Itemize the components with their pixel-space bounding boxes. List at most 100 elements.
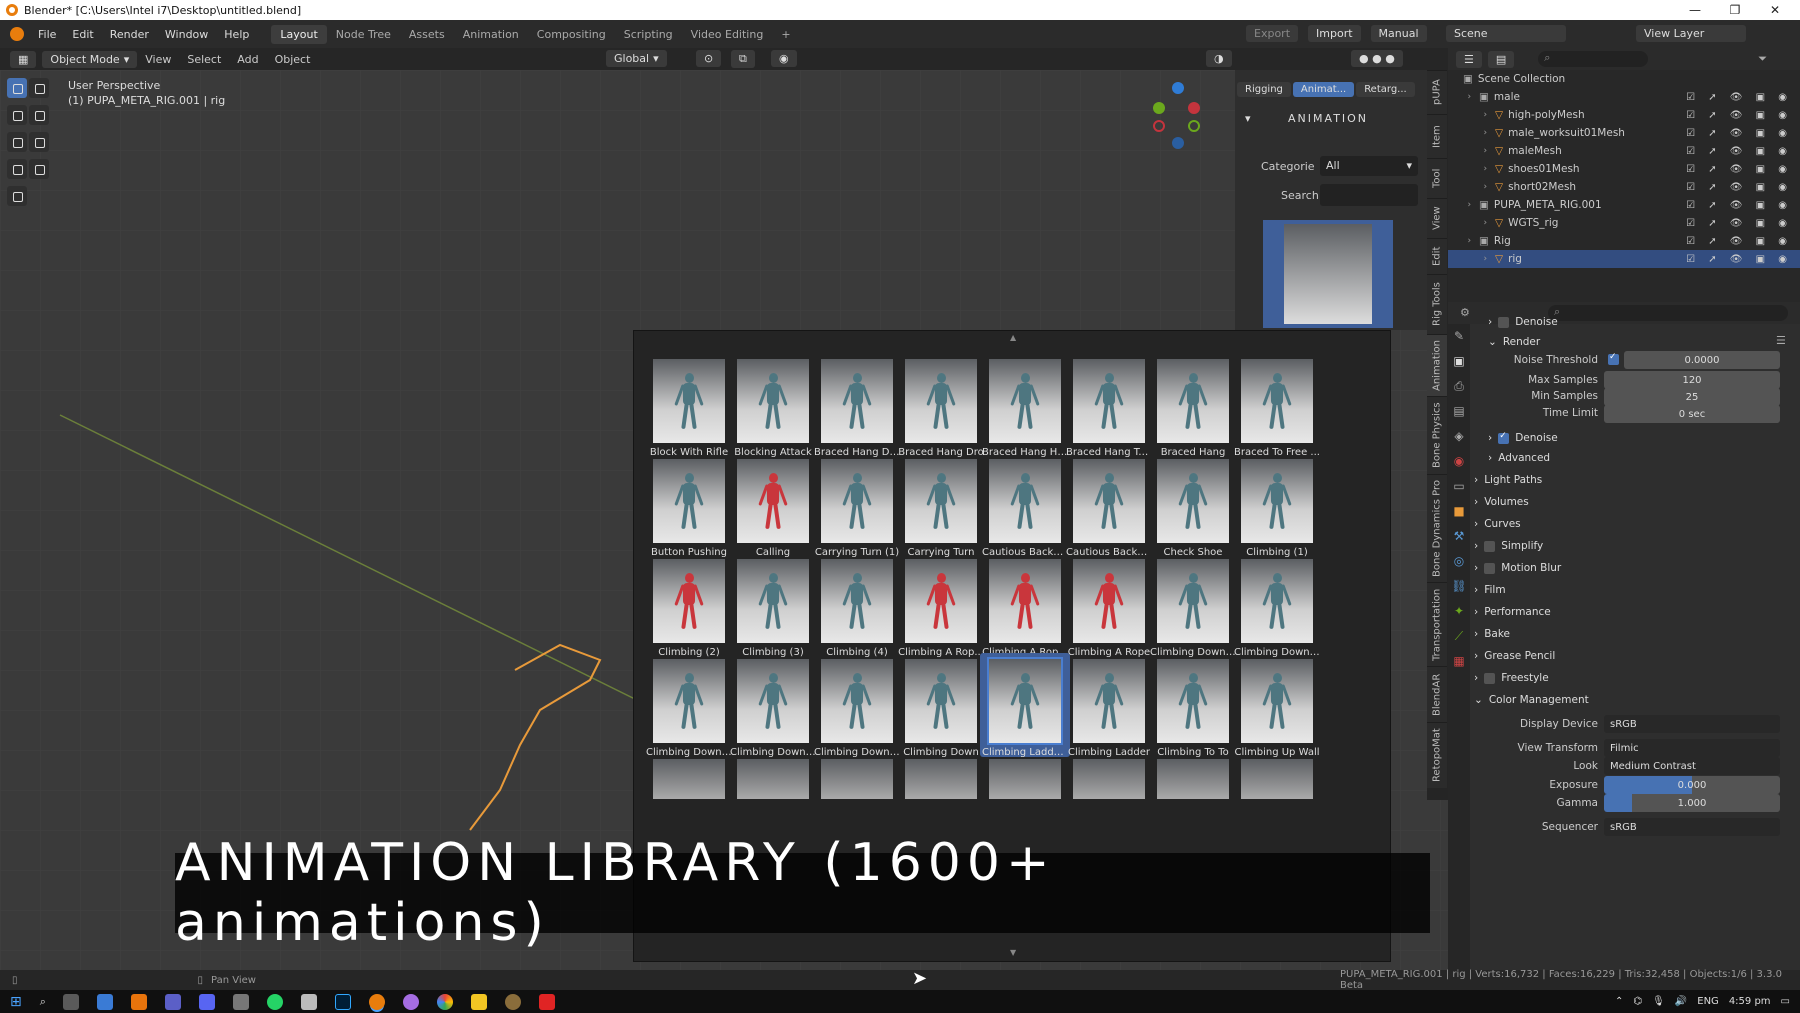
blender-taskbar-icon[interactable] [368,993,385,1010]
viewport-menu-view[interactable]: View [137,53,179,66]
viewport-menu-select[interactable]: Select [179,53,229,66]
add-workspace-icon[interactable]: + [772,25,799,44]
max-samples-field[interactable]: 120 [1604,371,1780,389]
animation-thumbnail[interactable]: Block With Rifle [644,353,734,458]
animation-thumbnail[interactable]: Climbing Down ... [812,653,902,758]
blender-menu-icon[interactable] [10,27,24,41]
view-transform-dropdown[interactable]: Filmic [1604,739,1780,757]
noise-threshold-field[interactable]: 0.0000 [1624,351,1780,369]
outliner-row[interactable]: › ▽ shoes01Mesh ☑ ➚ 👁 ▣ ◉ [1448,160,1800,178]
properties-search-icon[interactable]: ⌕ [1548,305,1788,321]
scroll-up-icon[interactable]: ▲ [1010,333,1016,342]
measure-tool-icon[interactable] [29,159,49,179]
render-list-icon[interactable]: ☰ [1776,334,1786,347]
expand-arrow-icon[interactable]: › [1448,164,1490,174]
select-tool-icon[interactable] [7,78,27,98]
visibility-toggles-icon[interactable]: ☑ ➚ 👁 ▣ ◉ [1686,236,1792,247]
vlc-app-icon[interactable] [130,993,147,1010]
visibility-toggles-icon[interactable]: ☑ ➚ 👁 ▣ ◉ [1686,128,1792,139]
gamma-slider[interactable]: 1.000 [1604,794,1780,812]
outliner-row[interactable]: ▣ Scene Collection [1448,70,1800,88]
outliner-row[interactable]: › ▽ male_worksuit01Mesh ☑ ➚ 👁 ▣ ◉ [1448,124,1800,142]
viewport-menu-object[interactable]: Object [267,53,319,66]
display-device-dropdown[interactable]: sRGB [1604,715,1780,733]
animation-thumbnail[interactable]: Climbing Ladder [1064,653,1154,758]
add-cube-tool-icon[interactable] [7,186,27,206]
performance-panel[interactable]: › Performance [1474,602,1551,622]
expand-arrow-icon[interactable]: › [1448,236,1474,246]
visibility-toggles-icon[interactable]: ☑ ➚ 👁 ▣ ◉ [1686,146,1792,157]
tab-compositing[interactable]: Compositing [528,25,615,44]
export-button[interactable]: Export [1246,25,1299,42]
import-button[interactable]: Import [1308,25,1361,42]
animation-thumbnail[interactable]: Climbing Down ... [728,653,818,758]
animation-thumbnail[interactable]: Blocking Attack [728,353,818,458]
categorie-dropdown[interactable]: All ▾ [1320,156,1418,176]
animation-thumbnail-partial[interactable] [1241,759,1313,799]
transform-tool-icon[interactable] [29,132,49,152]
whatsapp-app-icon[interactable] [266,993,283,1010]
animation-thumbnail[interactable]: Climbing Down ... [644,653,734,758]
outliner-row[interactable]: › ▽ rig ☑ ➚ 👁 ▣ ◉ [1448,250,1800,268]
menu-render[interactable]: Render [102,28,157,41]
sequencer-dropdown[interactable]: sRGB [1604,818,1780,836]
visibility-toggles-icon[interactable]: ☑ ➚ 👁 ▣ ◉ [1686,110,1792,121]
visibility-toggles-icon[interactable]: ☑ ➚ 👁 ▣ ◉ [1686,254,1792,265]
transform-orientation-dropdown[interactable]: Global ▾ [606,50,667,67]
menu-help[interactable]: Help [216,28,257,41]
simplify-checkbox[interactable] [1484,540,1496,552]
vtab-animation[interactable]: Animation [1427,334,1447,396]
denoise-render-checkbox[interactable] [1498,431,1510,444]
animation-thumbnail[interactable]: Calling [728,453,818,558]
vtab-pupa[interactable]: pUPA [1427,70,1447,114]
vtab-blendar[interactable]: BlendAR [1427,666,1447,722]
tab-layout[interactable]: Layout [271,24,327,44]
animation-thumbnail[interactable]: Climbing A Rop... [980,553,1070,658]
volume-icon[interactable]: 🔊 [1675,996,1687,1007]
animation-thumbnail[interactable]: Braced Hang To... [1064,353,1154,458]
texture-icon[interactable]: ▦ [1448,649,1470,674]
mode-dropdown[interactable]: Object Mode ▾ [42,50,138,68]
tool-properties-icon[interactable]: ✎ [1448,324,1470,349]
view-layer-selector[interactable]: View Layer [1636,25,1746,42]
mic-icon[interactable]: 🎙 [1652,996,1665,1007]
animation-thumbnail[interactable]: Braced Hang Dro [896,353,986,458]
manual-button[interactable]: Manual [1370,25,1427,42]
outliner-row[interactable]: › ▽ high-polyMesh ☑ ➚ 👁 ▣ ◉ [1448,106,1800,124]
vtab-view[interactable]: View [1427,198,1447,238]
color-management-panel[interactable]: ⌄ Color Management [1474,690,1589,710]
animation-section-header[interactable]: ▾ ANIMATION [1245,112,1368,125]
menu-edit[interactable]: Edit [64,28,101,41]
time-limit-field[interactable]: 0 sec [1604,405,1780,423]
view-layer-icon[interactable]: ▤ [1448,399,1470,424]
denoise-subsection[interactable]: › Denoise [1488,312,1558,332]
display-mode-icon[interactable]: ▤ [1487,50,1515,68]
tab-assets[interactable]: Assets [400,25,454,44]
exposure-slider[interactable]: 0.000 [1604,776,1780,794]
expand-arrow-icon[interactable]: › [1448,200,1474,210]
animation-thumbnail-partial[interactable] [737,759,809,799]
denoise-viewport-checkbox[interactable] [1498,316,1510,328]
tab-scripting[interactable]: Scripting [615,25,682,44]
gizmo-neg-z-icon[interactable] [1172,137,1184,149]
filter-icon[interactable]: ⏷ [1758,52,1767,66]
maximize-button[interactable]: ❐ [1715,0,1755,20]
expand-arrow-icon[interactable]: › [1448,218,1490,228]
tab-video-editing[interactable]: Video Editing [682,25,773,44]
gizmo-x-icon[interactable] [1188,102,1200,114]
outliner-search-icon[interactable]: ⌕ [1538,51,1649,67]
gizmo-y-icon[interactable] [1153,102,1165,114]
outliner-row[interactable]: › ▽ WGTS_rig ☑ ➚ 👁 ▣ ◉ [1448,214,1800,232]
animation-thumbnail[interactable]: Climbing Down ... [1232,553,1322,658]
world-properties-icon[interactable]: ◉ [1448,449,1470,474]
snap-icon[interactable]: ⧉ [731,50,755,68]
clock[interactable]: 4:59 pm [1729,996,1771,1007]
chrome-app-icon[interactable] [436,993,453,1010]
freestyle-panel[interactable]: › Freestyle [1474,668,1549,688]
animation-thumbnail-partial[interactable] [821,759,893,799]
animation-thumbnail[interactable]: Cautious Backw... [1064,453,1154,558]
noise-threshold-checkbox[interactable] [1608,352,1619,365]
tab-retarget[interactable]: Retarg... [1356,82,1415,97]
visibility-toggles-icon[interactable]: ☑ ➚ 👁 ▣ ◉ [1686,200,1792,211]
physics-icon[interactable]: ◎ [1448,549,1470,574]
